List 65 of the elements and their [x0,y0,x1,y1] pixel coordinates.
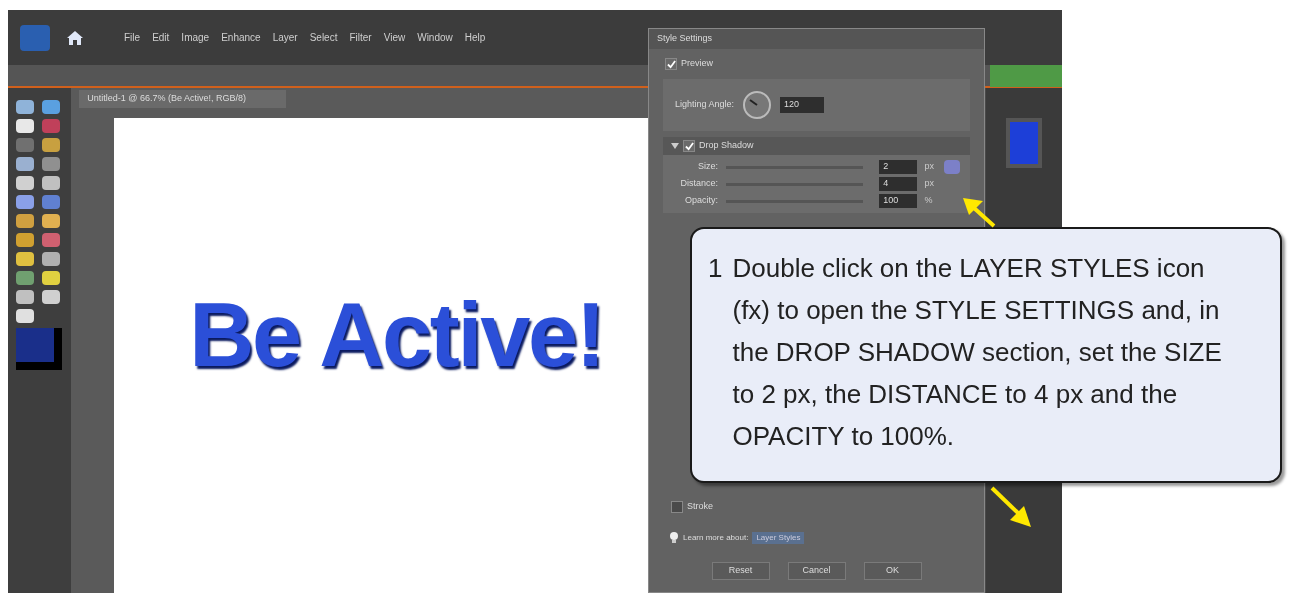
menu-item[interactable]: Help [464,30,486,45]
stroke-label: Stroke [687,500,713,514]
tool-icon[interactable] [16,252,34,266]
menu-item[interactable]: Enhance [221,30,261,45]
tool-icon[interactable] [42,214,61,228]
dialog-button[interactable]: OK [863,562,922,580]
menu-item[interactable]: Image [181,30,210,45]
canvas-text: Be Active! [189,284,604,387]
tool-icon[interactable] [16,309,34,323]
instruction-text: Double click on the LAYER STYLES icon (fx) to open the STYLE SETTINGS and, in the DROP SHADOW section, set the SIZE to 2 px, the DISTANCE to 4 px and the OPACITY to 100%. [732,252,1223,453]
preview-label: Preview [681,57,713,71]
tool-icon[interactable] [42,138,61,152]
check-icon [684,141,694,151]
tool-icon[interactable] [16,157,34,171]
step-number: 1 [708,252,723,285]
tool-icon[interactable] [42,100,61,114]
menu-item[interactable]: File [124,30,141,45]
dialog-button[interactable]: Reset [711,562,770,580]
tool-icon[interactable] [42,157,61,171]
layer-thumbnail-icon [1006,118,1043,168]
checkbox[interactable] [671,501,683,513]
value-field[interactable]: 4 [879,177,917,191]
tool-icon[interactable] [42,252,61,266]
menu-item[interactable]: Layer [272,30,298,45]
checkbox[interactable] [665,58,677,70]
home-icon[interactable] [66,28,84,47]
menu-item[interactable]: View [383,30,406,45]
tool-icon[interactable] [42,195,61,209]
drop-shadow-header[interactable]: Drop Shadow [663,137,970,155]
tool-icon[interactable] [42,290,61,304]
pointer-arrow [963,198,996,228]
dialog-title: Style Settings [649,29,984,49]
lighting-angle-label: Lighting Angle: [675,98,735,112]
drop-shadow-label: Drop Shadow [699,139,754,153]
setting-label: Distance: [679,177,718,191]
unit-label: px [924,160,936,174]
tool-icon[interactable] [16,119,34,133]
unit-label: px [924,177,936,191]
pointer-arrow [990,486,1031,527]
menu-item[interactable]: Filter [349,30,372,45]
tool-icon[interactable] [42,176,61,190]
tool-icon[interactable] [42,271,61,285]
setting-label: Opacity: [683,194,718,208]
app-logo-icon [20,24,50,51]
angle-dial-icon[interactable] [742,90,773,120]
unit-label: % [924,194,934,208]
value-field[interactable]: 100 [879,194,917,208]
tool-icon[interactable] [16,176,34,190]
value-field[interactable]: 2 [879,160,917,174]
check-icon [666,59,676,69]
setting-label: Size: [696,160,718,174]
tool-icon[interactable] [16,290,34,304]
angle-field[interactable]: 120 [780,97,825,113]
document-tab[interactable]: Untitled-1 @ 66.7% (Be Active!, RGB/8) [79,90,286,108]
tool-icon[interactable] [42,233,61,247]
dialog-button[interactable]: Cancel [787,562,846,580]
lightbulb-icon [669,532,679,544]
shadow-color-swatch[interactable] [943,160,960,174]
menu-item[interactable]: Edit [152,30,170,45]
learn-more-text: Learn more about: [683,532,749,544]
tool-icon[interactable] [16,100,34,114]
color-swatch-icon[interactable] [16,328,62,370]
menu-item[interactable]: Window [417,30,453,45]
menu-item[interactable]: Select [309,30,338,45]
checkbox[interactable] [683,140,695,152]
